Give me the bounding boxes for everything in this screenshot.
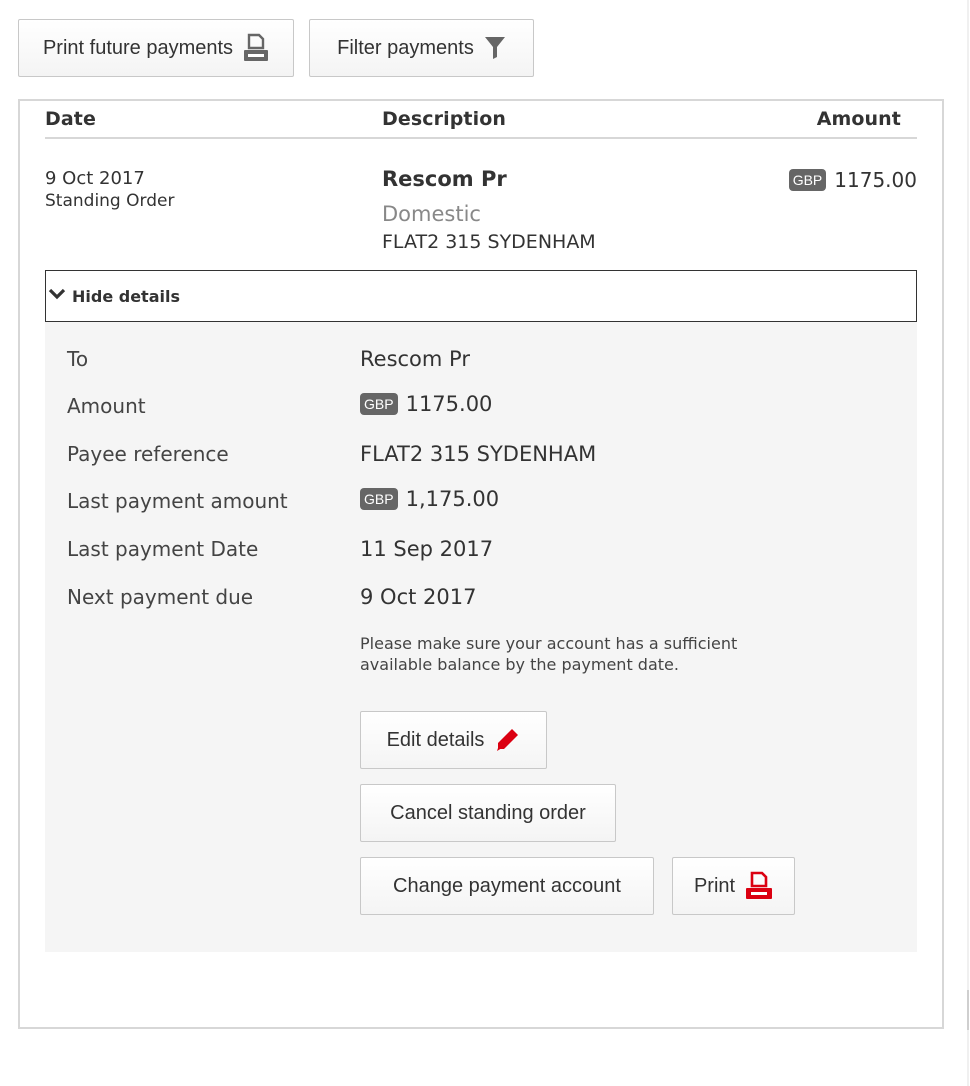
hide-details-toggle[interactable]: Hide details [45, 270, 917, 322]
detail-to-text: Rescom Pr [360, 347, 470, 371]
detail-label-last-payment-amount: Last payment amount [67, 489, 288, 513]
detail-value-next-payment-due: 9 Oct 2017 [360, 585, 476, 609]
header-divider [45, 137, 917, 139]
printer-icon [243, 33, 269, 63]
cancel-standing-order-label: Cancel standing order [390, 801, 586, 824]
cancel-standing-order-button[interactable]: Cancel standing order [360, 784, 616, 842]
payment-date: 9 Oct 2017 [45, 168, 145, 189]
column-header-amount: Amount [816, 108, 901, 130]
amount-value: 1175.00 [834, 168, 917, 192]
filter-payments-button[interactable]: Filter payments [309, 19, 534, 77]
change-payment-account-label: Change payment account [393, 874, 621, 897]
column-header-date: Date [45, 108, 96, 130]
currency-badge: GBP [360, 488, 398, 510]
detail-label-amount: Amount [67, 394, 146, 418]
column-header-description: Description [382, 108, 506, 130]
detail-amount-text: 1175.00 [405, 392, 493, 416]
detail-last-amount-text: 1,175.00 [405, 487, 500, 511]
filter-payments-label: Filter payments [337, 36, 474, 59]
currency-badge: GBP [360, 393, 398, 415]
balance-notice: Please make sure your account has a suff… [360, 634, 738, 674]
payment-reference: FLAT2 315 SYDENHAM [382, 231, 596, 253]
detail-payee-reference-text: FLAT2 315 SYDENHAM [360, 442, 597, 466]
detail-value-payee-reference: FLAT2 315 SYDENHAM [360, 442, 596, 466]
detail-label-payee-reference: Payee reference [67, 442, 229, 466]
payee-name: Rescom Pr [382, 167, 507, 191]
scrollbar-thumb[interactable] [967, 990, 969, 1030]
payment-type: Standing Order [45, 191, 175, 211]
edit-details-label: Edit details [386, 728, 485, 751]
detail-last-date-text: 11 Sep 2017 [360, 537, 494, 561]
currency-badge: GBP [788, 169, 827, 191]
filter-icon [484, 36, 506, 60]
detail-value-to: Rescom Pr [360, 347, 470, 371]
print-future-payments-label: Print future payments [42, 36, 234, 59]
print-label: Print [693, 874, 736, 897]
detail-label-to: To [67, 347, 89, 371]
pencil-icon [494, 727, 520, 753]
payment-category: Domestic [382, 202, 481, 226]
detail-value-last-payment-date: 11 Sep 2017 [360, 537, 493, 561]
detail-value-last-payment-amount: GBP 1,175.00 [360, 487, 499, 511]
detail-label-next-payment-due: Next payment due [67, 585, 254, 609]
chevron-down-icon [48, 287, 66, 306]
window-edge [967, 0, 969, 1086]
detail-next-due-text: 9 Oct 2017 [360, 585, 477, 609]
print-future-payments-button[interactable]: Print future payments [18, 19, 294, 77]
detail-value-amount: GBP 1175.00 [360, 392, 492, 416]
edit-details-button[interactable]: Edit details [360, 711, 547, 769]
hide-details-label: Hide details [72, 286, 180, 306]
detail-label-last-payment-date: Last payment Date [67, 537, 259, 561]
change-payment-account-button[interactable]: Change payment account [360, 857, 654, 915]
payment-amount: GBP 1175.00 [788, 168, 917, 192]
print-button[interactable]: Print [672, 857, 795, 915]
printer-icon [745, 871, 773, 901]
